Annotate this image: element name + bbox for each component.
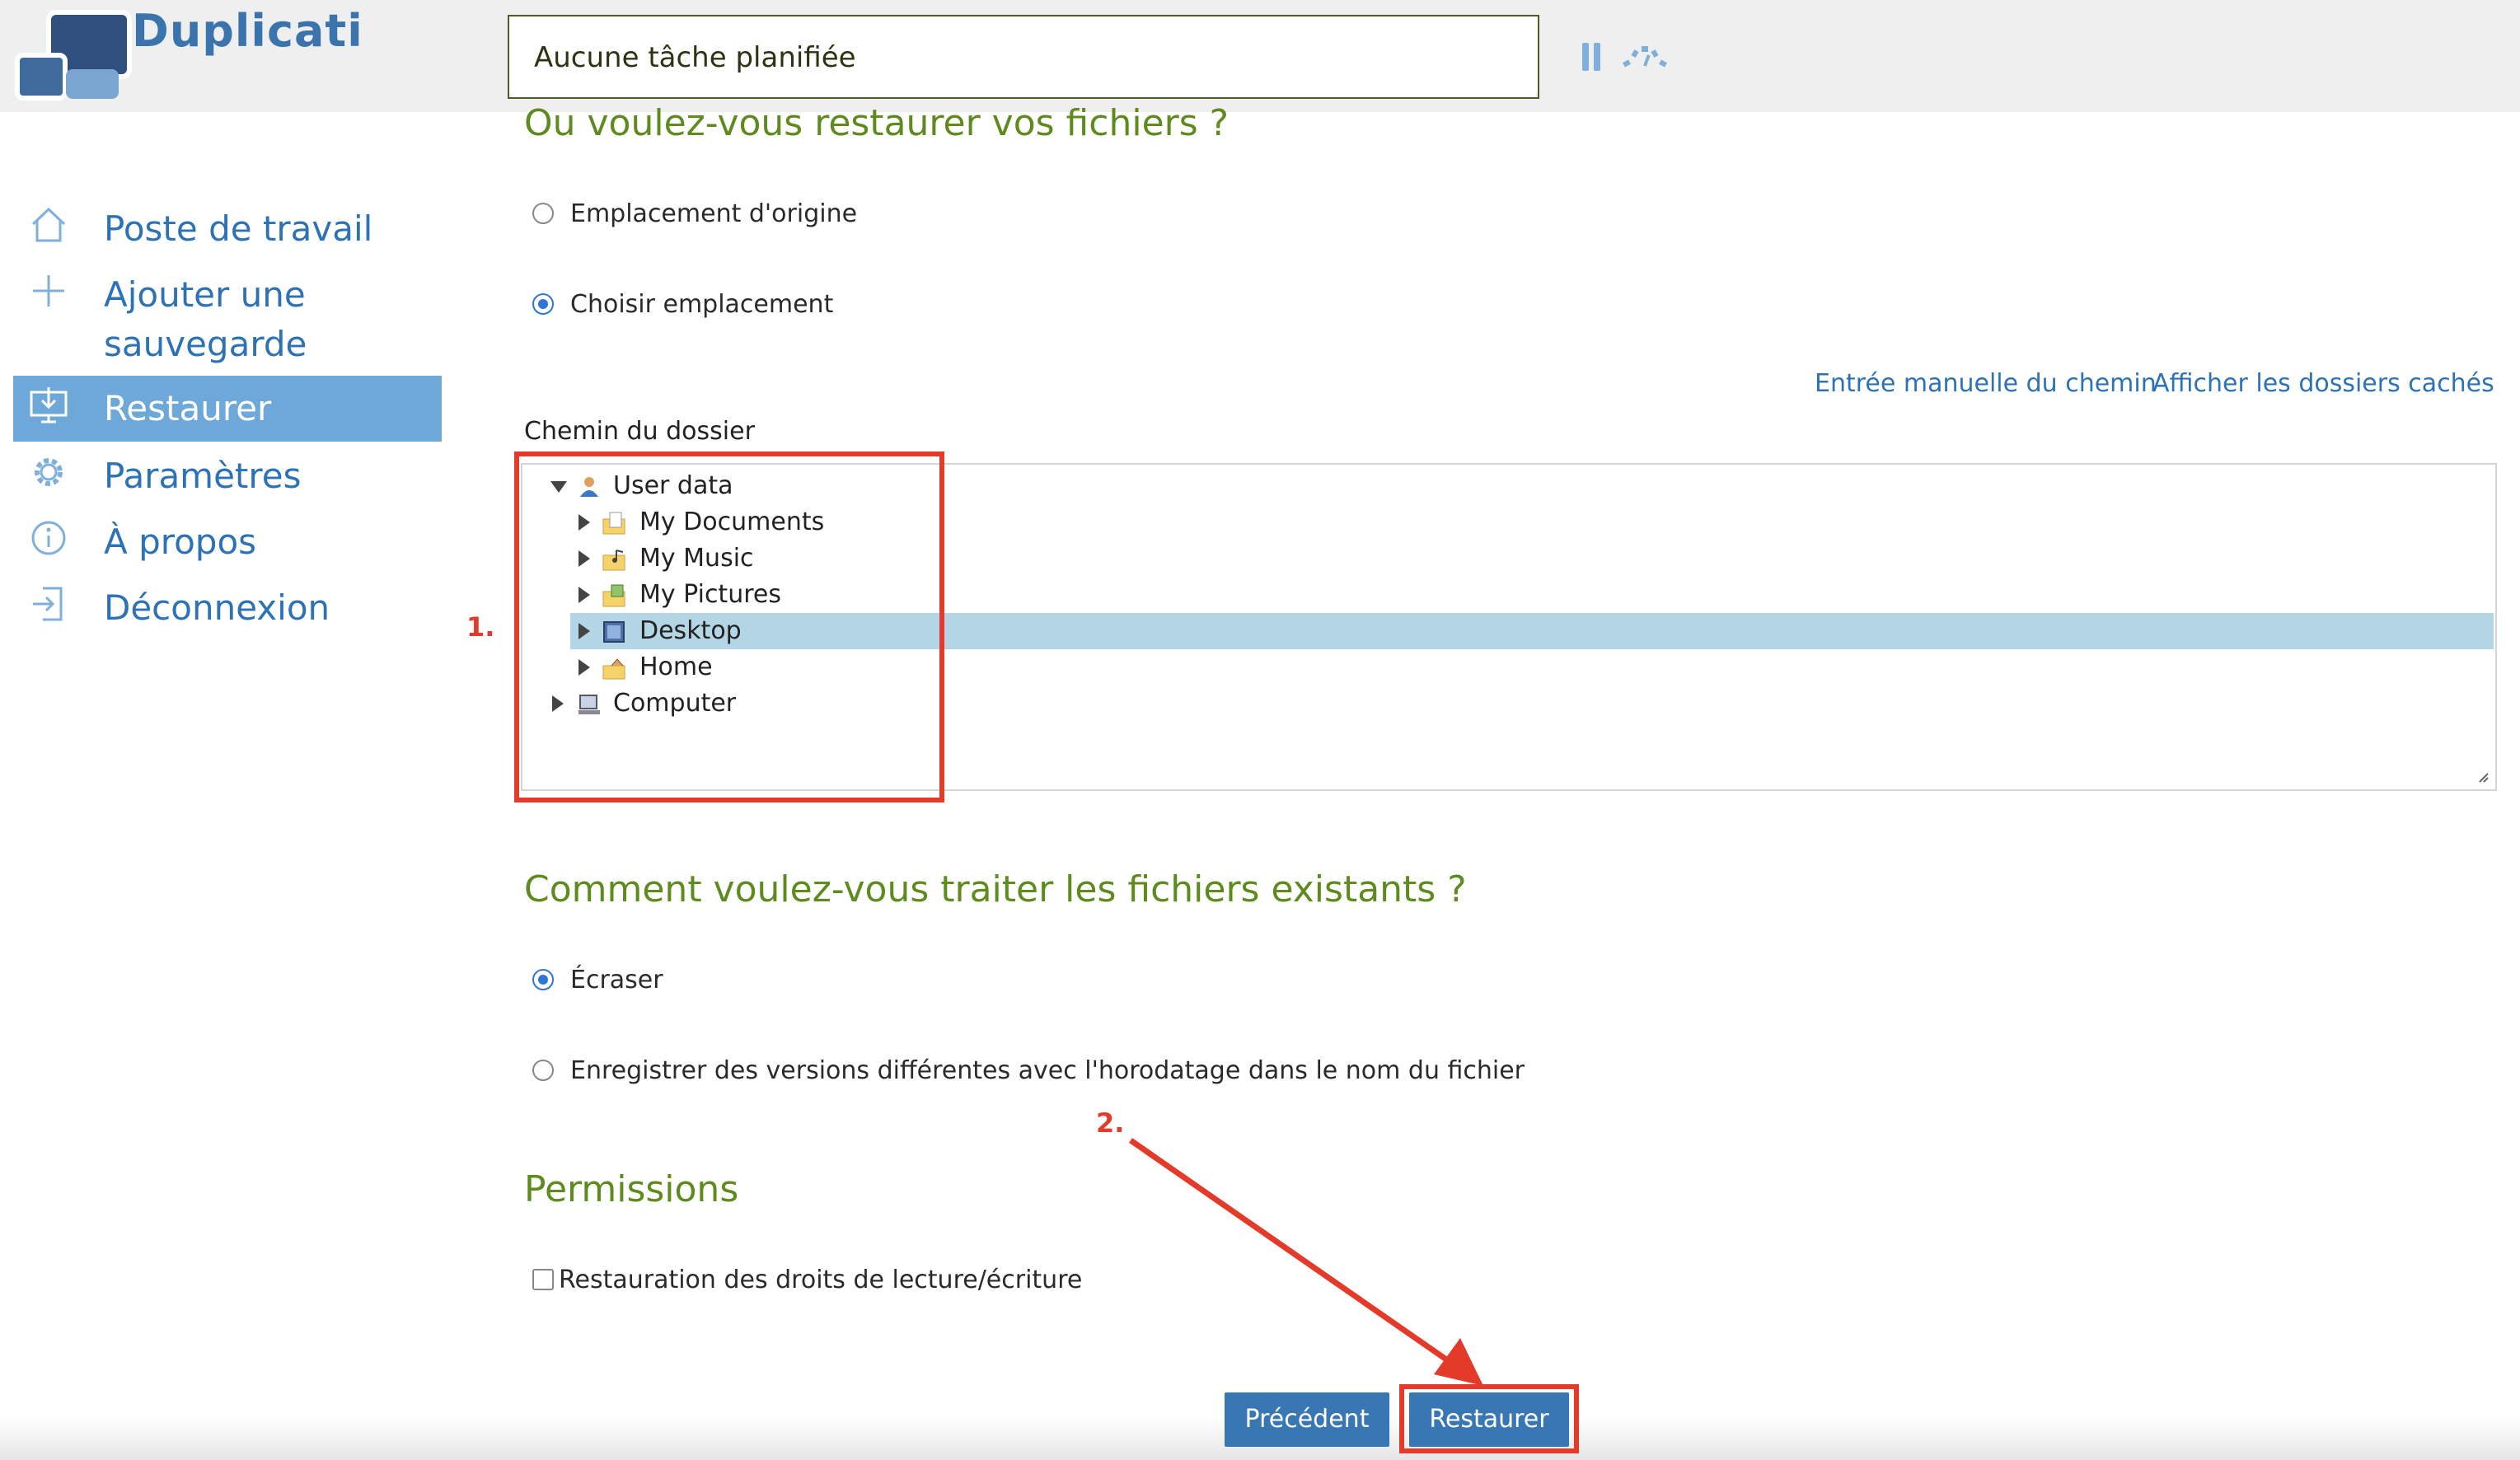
previous-button[interactable]: Précédent	[1225, 1392, 1389, 1447]
restore-button[interactable]: Restaurer	[1409, 1392, 1569, 1447]
annotation-arrow-icon	[1129, 1138, 1483, 1386]
